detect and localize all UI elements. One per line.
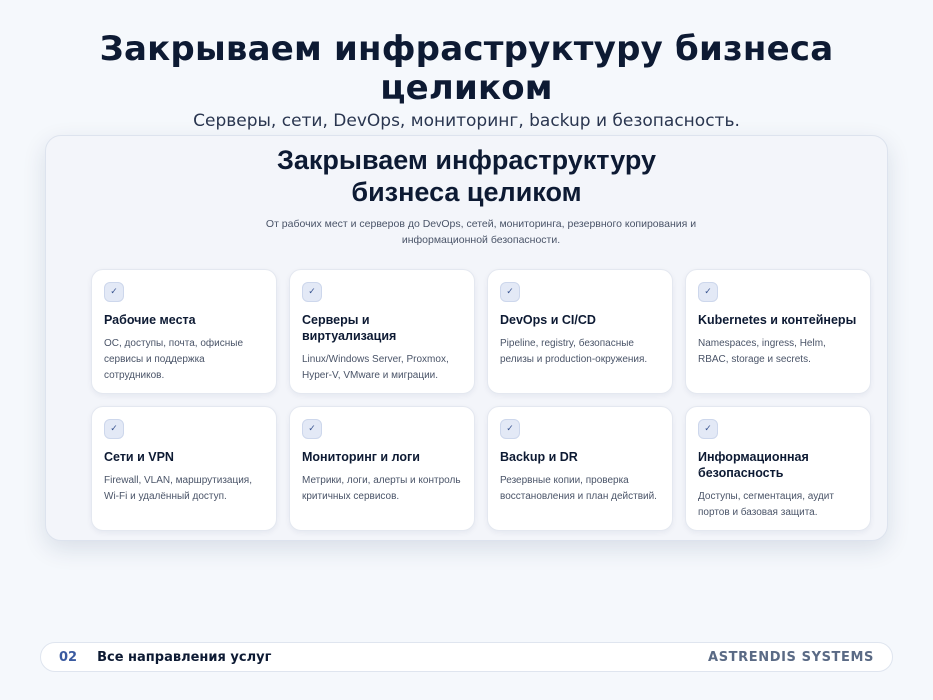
card-title: Рабочие места xyxy=(104,313,196,327)
service-cards-grid: ✓ Рабочие места ОС, доступы, почта, офис… xyxy=(91,269,871,531)
check-icon: ✓ xyxy=(500,419,520,439)
panel-title: Закрываем инфраструктуру бизнеса целиком xyxy=(46,144,887,208)
slide: Закрываем инфраструктуру бизнеса целиком… xyxy=(0,0,933,700)
service-card-kubernetes: ✓ Kubernetes и контейнеры Namespaces, in… xyxy=(685,269,871,394)
service-card-security: ✓ Информационная безопасность Доступы, с… xyxy=(685,406,871,531)
brand-name: ASTRENDIS SYSTEMS xyxy=(708,649,874,665)
panel-title-line1: Закрываем инфраструктуру xyxy=(276,145,657,175)
check-icon: ✓ xyxy=(104,282,124,302)
card-title: Kubernetes и контейнеры xyxy=(698,313,857,327)
service-card-workstations: ✓ Рабочие места ОС, доступы, почта, офис… xyxy=(91,269,277,394)
check-icon: ✓ xyxy=(302,282,322,302)
service-card-devops: ✓ DevOps и CI/CD Pipeline, registry, без… xyxy=(487,269,673,394)
check-icon: ✓ xyxy=(500,282,520,302)
card-description: Резервные копии, проверка восстановления… xyxy=(500,475,657,502)
service-card-monitoring: ✓ Мониторинг и логи Метрики, логи, алерт… xyxy=(289,406,475,531)
section-label: Все направления услуг xyxy=(97,649,272,665)
card-title: Информационная безопасность xyxy=(698,450,809,480)
card-title: Сети и VPN xyxy=(104,450,174,464)
panel-title-line2: бизнеса целиком xyxy=(351,177,582,207)
hero-title: Закрываем инфраструктуру бизнеса целиком xyxy=(99,29,834,108)
footer-bar: 02 Все направления услуг ASTRENDIS SYSTE… xyxy=(40,642,893,672)
service-card-servers: ✓ Серверы и виртуализация Linux/Windows … xyxy=(289,269,475,394)
card-title: Backup и DR xyxy=(500,450,578,464)
check-icon: ✓ xyxy=(698,419,718,439)
card-description: Метрики, логи, алерты и контроль критичн… xyxy=(302,475,461,502)
check-icon: ✓ xyxy=(302,419,322,439)
check-icon: ✓ xyxy=(698,282,718,302)
card-description: Namespaces, ingress, Helm, RBAC, storage… xyxy=(698,338,826,365)
card-title: Серверы и виртуализация xyxy=(302,313,397,343)
page-number: 02 xyxy=(59,649,78,665)
card-title: Мониторинг и логи xyxy=(302,450,420,464)
panel-subtitle: От рабочих мест и серверов до DevOps, се… xyxy=(265,218,697,246)
card-description: Pipeline, registry, безопасные релизы и … xyxy=(500,338,648,365)
card-description: Linux/Windows Server, Proxmox, Hyper-V, … xyxy=(302,354,449,381)
check-icon: ✓ xyxy=(104,419,124,439)
service-card-networks: ✓ Сети и VPN Firewall, VLAN, маршрутизац… xyxy=(91,406,277,531)
card-title: DevOps и CI/CD xyxy=(500,313,596,327)
hero-subtitle: Серверы, сети, DevOps, мониторинг, backu… xyxy=(193,111,740,131)
card-description: Firewall, VLAN, маршрутизация, Wi-Fi и у… xyxy=(104,475,252,502)
service-card-backup: ✓ Backup и DR Резервные копии, проверка … xyxy=(487,406,673,531)
services-panel: Закрываем инфраструктуру бизнеса целиком… xyxy=(45,135,888,541)
card-description: Доступы, сегментация, аудит портов и баз… xyxy=(698,491,834,518)
card-description: ОС, доступы, почта, офисные сервисы и по… xyxy=(104,338,244,381)
